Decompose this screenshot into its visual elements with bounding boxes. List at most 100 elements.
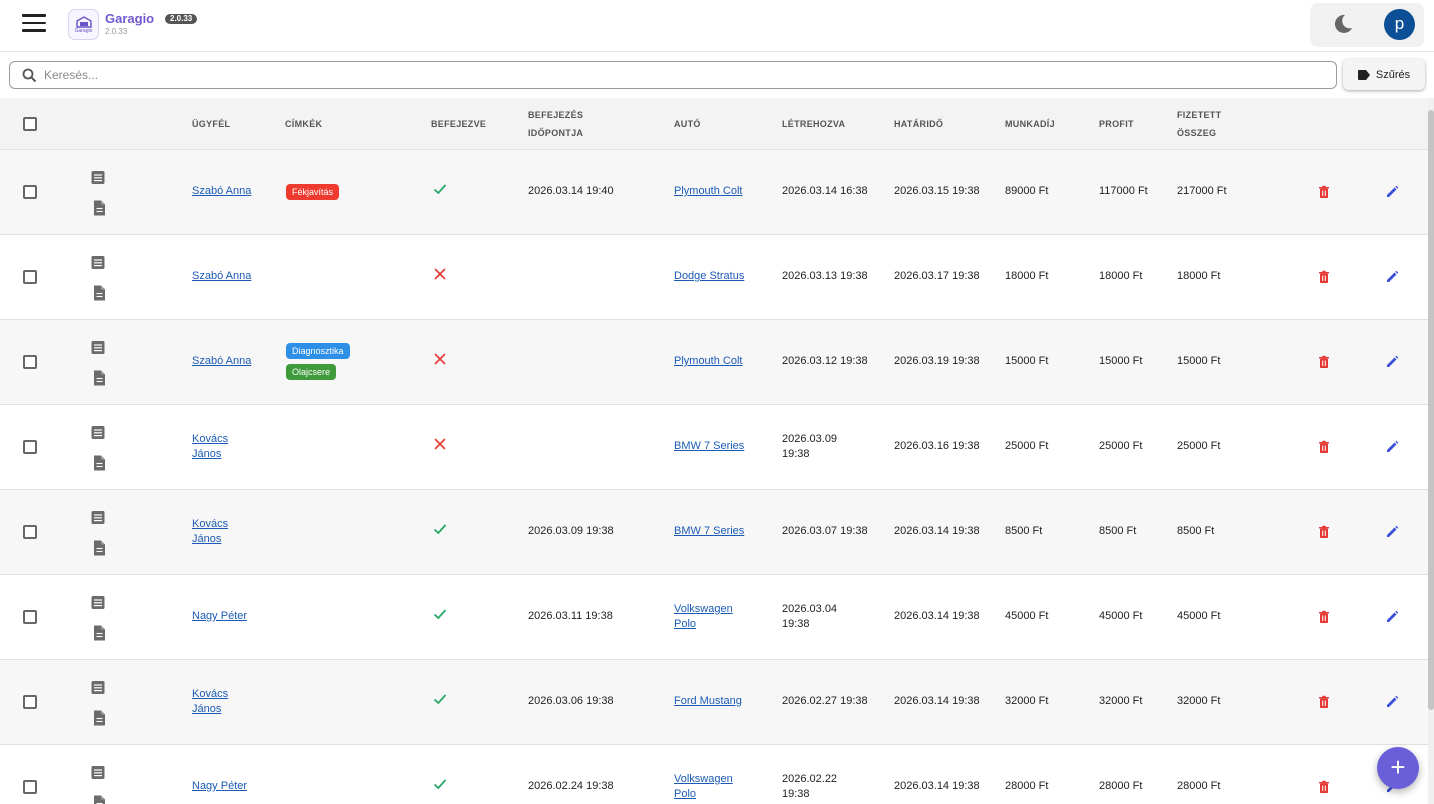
header-car[interactable]: AUTÓ — [674, 115, 701, 133]
worksheet-icon[interactable] — [91, 510, 105, 526]
search-input[interactable] — [44, 65, 1324, 85]
client-link[interactable]: Kovács — [192, 432, 228, 447]
delete-icon[interactable] — [1317, 270, 1331, 284]
header-finished[interactable]: BEFEJEZVE — [431, 115, 486, 133]
car-link-line2[interactable]: Polo — [674, 617, 696, 632]
created-at-line2: 19:38 — [782, 448, 810, 460]
created-at: 2026.03.13 19:38 — [782, 270, 868, 282]
row-checkbox[interactable] — [23, 440, 37, 454]
edit-icon[interactable] — [1385, 440, 1399, 454]
car-link[interactable]: Plymouth Colt — [674, 184, 742, 199]
table-row[interactable]: Szabó Anna Dodge Stratus 2026.03.13 19:38 2… — [0, 235, 1428, 320]
invoice-icon[interactable] — [92, 710, 106, 726]
car-link[interactable]: Dodge Stratus — [674, 269, 744, 284]
select-all-checkbox[interactable] — [23, 117, 37, 131]
row-checkbox[interactable] — [23, 610, 37, 624]
delete-icon[interactable] — [1317, 695, 1331, 709]
search-box — [9, 61, 1337, 89]
invoice-icon[interactable] — [92, 540, 106, 556]
client-link[interactable]: Szabó Anna — [192, 354, 251, 369]
table-row[interactable]: Szabó Anna Fékjavítás 2026.03.14 19:40 Plym… — [0, 150, 1428, 235]
client-link[interactable]: Kovács — [192, 687, 228, 702]
delete-icon[interactable] — [1317, 355, 1331, 369]
header-finished-at-line1[interactable]: BEFEJEZÉS — [528, 106, 583, 124]
header-finished-at-line2[interactable]: IDŐPONTJA — [528, 124, 583, 142]
edit-icon[interactable] — [1385, 695, 1399, 709]
worksheet-icon[interactable] — [91, 680, 105, 696]
dark-mode-moon-icon[interactable] — [1332, 13, 1354, 35]
car-link-line2[interactable]: Polo — [674, 787, 696, 802]
labor-fee: 18000 Ft — [1005, 270, 1049, 282]
client-link[interactable]: Kovács — [192, 517, 228, 532]
cross-icon — [433, 267, 447, 281]
profit: 32000 Ft — [1099, 695, 1143, 707]
invoice-icon[interactable] — [92, 370, 106, 386]
edit-icon[interactable] — [1385, 270, 1399, 284]
worksheet-icon[interactable] — [91, 340, 105, 356]
edit-icon[interactable] — [1385, 610, 1399, 624]
table-row[interactable]: Nagy Péter 2026.02.24 19:38 Volkswagen Polo… — [0, 745, 1428, 804]
client-link[interactable]: Nagy Péter — [192, 779, 247, 794]
header-deadline[interactable]: HATÁRIDŐ — [894, 115, 943, 133]
invoice-icon[interactable] — [92, 625, 106, 641]
row-checkbox[interactable] — [23, 525, 37, 539]
client-link[interactable]: Szabó Anna — [192, 269, 251, 284]
row-checkbox[interactable] — [23, 270, 37, 284]
delete-icon[interactable] — [1317, 780, 1331, 794]
app-logo[interactable]: Garagio — [68, 9, 99, 40]
row-checkbox[interactable] — [23, 695, 37, 709]
row-checkbox[interactable] — [23, 355, 37, 369]
invoice-icon[interactable] — [92, 455, 106, 471]
created-at-line2: 19:38 — [782, 788, 810, 800]
delete-icon[interactable] — [1317, 185, 1331, 199]
invoice-icon[interactable] — [92, 285, 106, 301]
deadline: 2026.03.17 19:38 — [894, 270, 980, 282]
filter-button[interactable]: Szűrés — [1343, 59, 1425, 90]
worksheet-icon[interactable] — [91, 255, 105, 271]
car-link[interactable]: Volkswagen — [674, 602, 733, 617]
delete-icon[interactable] — [1317, 525, 1331, 539]
client-link[interactable]: Nagy Péter — [192, 609, 247, 624]
worksheet-icon[interactable] — [91, 765, 105, 781]
header-tags[interactable]: CÍMKÉK — [285, 115, 322, 133]
row-checkbox[interactable] — [23, 780, 37, 794]
car-link[interactable]: Plymouth Colt — [674, 354, 742, 369]
table-row[interactable]: Kovács János BMW 7 Series 2026.03.09 19:38 20… — [0, 405, 1428, 490]
edit-icon[interactable] — [1385, 355, 1399, 369]
labor-fee: 8500 Ft — [1005, 525, 1043, 537]
header-labor-fee[interactable]: MUNKADÍJ — [1005, 115, 1055, 133]
worksheet-icon[interactable] — [91, 170, 105, 186]
row-checkbox[interactable] — [23, 185, 37, 199]
header-paid-line2[interactable]: ÖSSZEG — [1177, 124, 1216, 142]
car-link[interactable]: BMW 7 Series — [674, 439, 744, 454]
delete-icon[interactable] — [1317, 610, 1331, 624]
edit-icon[interactable] — [1385, 185, 1399, 199]
header-created[interactable]: LÉTREHOZVA — [782, 115, 845, 133]
worksheet-icon[interactable] — [91, 425, 105, 441]
header-paid-line1[interactable]: FIZETETT — [1177, 106, 1221, 124]
delete-icon[interactable] — [1317, 440, 1331, 454]
car-link[interactable]: Volkswagen — [674, 772, 733, 787]
menu-icon[interactable] — [22, 14, 46, 34]
invoice-icon[interactable] — [92, 200, 106, 216]
add-job-button[interactable]: + — [1377, 747, 1419, 789]
scrollbar-thumb[interactable] — [1428, 110, 1434, 710]
header-profit[interactable]: PROFIT — [1099, 115, 1134, 133]
client-link-line2[interactable]: János — [192, 702, 221, 717]
table-row[interactable]: Kovács János 2026.03.06 19:38 Ford Mustang 2… — [0, 660, 1428, 745]
car-link[interactable]: BMW 7 Series — [674, 524, 744, 539]
invoice-icon[interactable] — [92, 795, 106, 804]
user-avatar[interactable]: p — [1384, 9, 1415, 40]
client-link-line2[interactable]: János — [192, 447, 221, 462]
worksheet-icon[interactable] — [91, 595, 105, 611]
jobs-table: ÜGYFÉL CÍMKÉK BEFEJEZVE BEFEJEZÉS IDŐPON… — [0, 98, 1428, 804]
table-row[interactable]: Szabó Anna Diagnosztika Olajcsere Plymouth … — [0, 320, 1428, 405]
deadline: 2026.03.14 19:38 — [894, 780, 980, 792]
edit-icon[interactable] — [1385, 525, 1399, 539]
car-link[interactable]: Ford Mustang — [674, 694, 742, 709]
client-link[interactable]: Szabó Anna — [192, 184, 251, 199]
table-row[interactable]: Kovács János 2026.03.09 19:38 BMW 7 Series 2… — [0, 490, 1428, 575]
client-link-line2[interactable]: János — [192, 532, 221, 547]
header-client[interactable]: ÜGYFÉL — [192, 115, 230, 133]
table-row[interactable]: Nagy Péter 2026.03.11 19:38 Volkswagen Polo… — [0, 575, 1428, 660]
